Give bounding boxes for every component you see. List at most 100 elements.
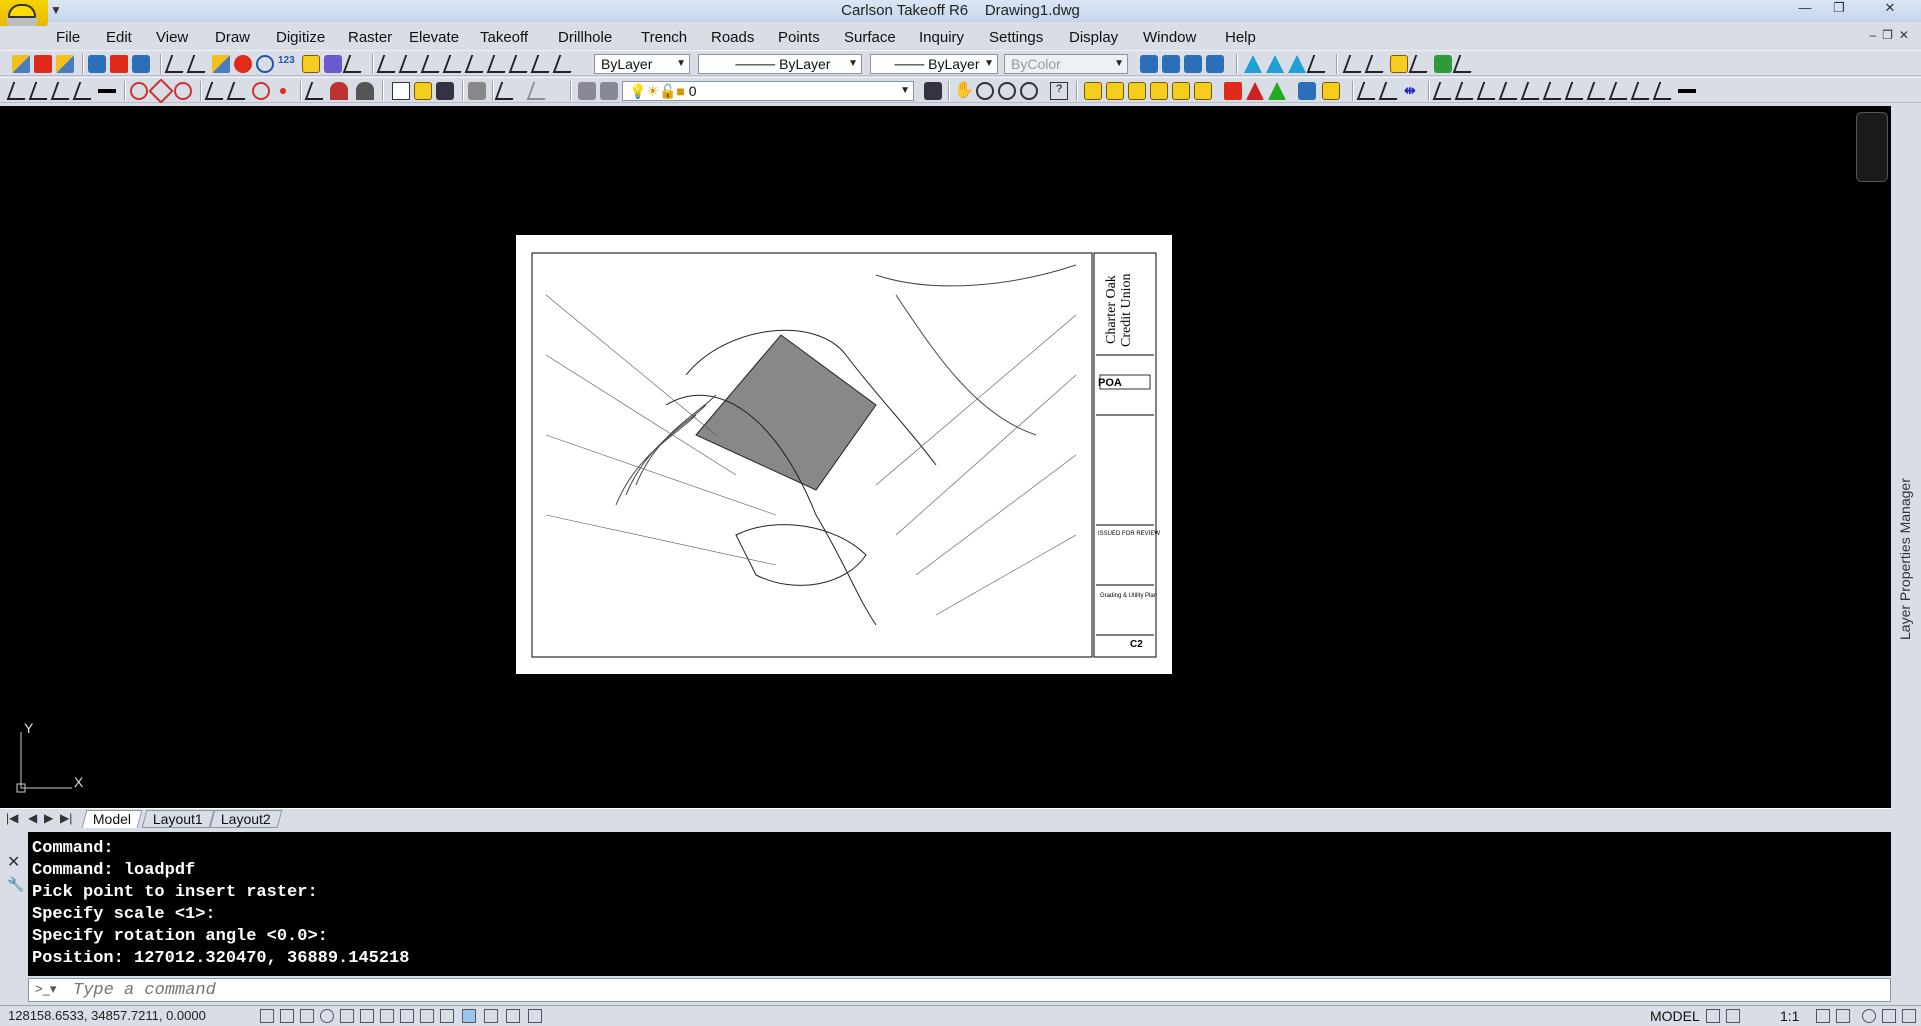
dimension-icon[interactable] xyxy=(508,55,534,73)
edit-tool-12-icon[interactable] xyxy=(1608,82,1634,100)
command-line-handle[interactable]: ✕ 🔧 xyxy=(0,832,28,976)
transparency-icon[interactable] xyxy=(462,1009,476,1023)
annotation-monitor-icon[interactable] xyxy=(506,1009,520,1023)
edit-tool-1-icon[interactable] xyxy=(1356,82,1382,100)
snap-tangent-icon[interactable] xyxy=(174,82,192,100)
layer-combo[interactable]: 💡☀🔓■ 0 ▼ xyxy=(622,81,914,101)
hook-icon[interactable] xyxy=(1408,55,1434,73)
pdf-icon[interactable] xyxy=(110,55,128,73)
point-icon[interactable] xyxy=(234,55,252,73)
snap-apparent-icon[interactable] xyxy=(72,82,98,100)
quick-view-icon[interactable] xyxy=(1726,1009,1740,1023)
menu-display[interactable]: Display xyxy=(1069,29,1118,46)
menu-help[interactable]: Help xyxy=(1225,29,1256,46)
side-panel[interactable] xyxy=(1891,106,1921,808)
layer-a-icon[interactable] xyxy=(1342,55,1368,73)
last-tab-icon[interactable]: ▶| xyxy=(60,811,72,825)
ortho-mode-icon[interactable] xyxy=(300,1009,314,1023)
tool-a-icon[interactable] xyxy=(1140,55,1158,73)
new-file-icon[interactable] xyxy=(392,82,410,100)
undo-icon[interactable] xyxy=(494,82,520,100)
menu-raster[interactable]: Raster xyxy=(348,29,392,46)
mdi-window-controls[interactable]: –❐✕ xyxy=(1870,28,1916,42)
leader-icon[interactable] xyxy=(530,55,556,73)
fullscreen-icon[interactable] xyxy=(1902,1009,1916,1023)
dynamic-ucs-icon[interactable] xyxy=(400,1009,414,1023)
menu-window[interactable]: Window xyxy=(1143,29,1196,46)
trim-icon[interactable] xyxy=(442,55,468,73)
menu-edit[interactable]: Edit xyxy=(106,29,132,46)
object-snap-icon[interactable] xyxy=(380,1009,394,1023)
layer-state-icon[interactable] xyxy=(600,82,618,100)
polar-tracking-icon[interactable] xyxy=(320,1009,334,1023)
osnap-settings-icon[interactable] xyxy=(356,82,374,100)
first-tab-icon[interactable]: |◀ xyxy=(6,811,18,825)
snap-insert-icon[interactable] xyxy=(252,82,270,100)
layer-tool-7-icon[interactable] xyxy=(1224,82,1242,100)
text-icon[interactable] xyxy=(486,55,512,73)
circle-icon[interactable] xyxy=(256,55,274,73)
snap-node-icon[interactable] xyxy=(280,88,286,94)
layer-tool-8-icon[interactable] xyxy=(1246,82,1264,100)
open-raster-icon[interactable] xyxy=(88,55,106,73)
edit-tool-4-icon[interactable] xyxy=(1432,82,1458,100)
numbering-icon[interactable]: 123 xyxy=(278,55,296,73)
edit-tool-5-icon[interactable] xyxy=(1454,82,1480,100)
model-space-toggle[interactable]: MODEL xyxy=(1650,1008,1700,1024)
snap-center-icon[interactable] xyxy=(130,82,148,100)
selection-cycling-icon[interactable] xyxy=(484,1009,498,1023)
isodraft-icon[interactable] xyxy=(340,1009,354,1023)
menu-drillhole[interactable]: Drillhole xyxy=(558,29,612,46)
edit-tool-15-icon[interactable] xyxy=(1678,89,1696,93)
snap-endpoint-icon[interactable] xyxy=(6,82,32,100)
close-button[interactable]: ✕ xyxy=(1870,0,1910,17)
edit-tool-9-icon[interactable] xyxy=(1542,82,1568,100)
annotation-visibility-icon[interactable] xyxy=(1816,1009,1830,1023)
layer-b-icon[interactable] xyxy=(1364,55,1390,73)
object-tracking-icon[interactable] xyxy=(360,1009,374,1023)
snap-nearest-icon[interactable] xyxy=(304,82,330,100)
menu-roads[interactable]: Roads xyxy=(711,29,754,46)
menu-elevate[interactable]: Elevate xyxy=(409,29,459,46)
layer-tool-2-icon[interactable] xyxy=(1106,82,1124,100)
fill-icon[interactable] xyxy=(1266,55,1284,73)
minimize-button[interactable]: — xyxy=(1788,0,1822,17)
insert-raster-icon[interactable] xyxy=(34,55,52,73)
snap-parallel-icon[interactable] xyxy=(226,82,252,100)
annotation-scale[interactable]: 1:1 xyxy=(1780,1008,1799,1024)
frame-icon[interactable] xyxy=(132,55,150,73)
block-icon[interactable] xyxy=(302,55,320,73)
auto-scale-icon[interactable] xyxy=(1836,1009,1850,1023)
layer-tool-10-icon[interactable] xyxy=(1298,82,1316,100)
navigation-bar[interactable] xyxy=(1856,112,1888,182)
polyline-icon[interactable] xyxy=(186,55,212,73)
workspace-gear-icon[interactable] xyxy=(1862,1009,1876,1023)
grid-mode-icon[interactable] xyxy=(280,1009,294,1023)
layer-tool-6-icon[interactable] xyxy=(1194,82,1212,100)
edit-tool-10-icon[interactable] xyxy=(1564,82,1590,100)
layer-tool-11-icon[interactable] xyxy=(1322,82,1340,100)
wrench-icon[interactable]: 🔧 xyxy=(7,876,24,893)
menu-points[interactable]: Points xyxy=(778,29,820,46)
report-icon[interactable] xyxy=(1434,55,1452,73)
box-icon[interactable] xyxy=(1306,55,1332,73)
prev-tab-icon[interactable]: ◀ xyxy=(28,811,37,825)
help-icon[interactable]: ? xyxy=(1050,82,1068,100)
add-icon[interactable] xyxy=(56,55,74,73)
snap-mode-icon[interactable] xyxy=(260,1009,274,1023)
layer-tool-1-icon[interactable] xyxy=(1084,82,1102,100)
snap-intersection-icon[interactable] xyxy=(50,82,76,100)
units-icon[interactable] xyxy=(528,1009,542,1023)
menu-draw[interactable]: Draw xyxy=(215,29,250,46)
snap-perpendicular-icon[interactable] xyxy=(204,82,230,100)
menu-view[interactable]: View xyxy=(156,29,188,46)
menu-digitize[interactable]: Digitize xyxy=(276,29,325,46)
drop-icon[interactable] xyxy=(1288,55,1306,73)
edit-tool-13-icon[interactable] xyxy=(1630,82,1656,100)
print-icon[interactable] xyxy=(468,82,486,100)
edit-tool-14-icon[interactable] xyxy=(1652,82,1678,100)
menu-file[interactable]: File xyxy=(56,29,80,46)
color-combo[interactable]: ByLayer ▼ xyxy=(594,54,690,74)
next-tab-icon[interactable]: ▶ xyxy=(44,811,53,825)
restore-button[interactable]: ❐ xyxy=(1822,0,1856,17)
